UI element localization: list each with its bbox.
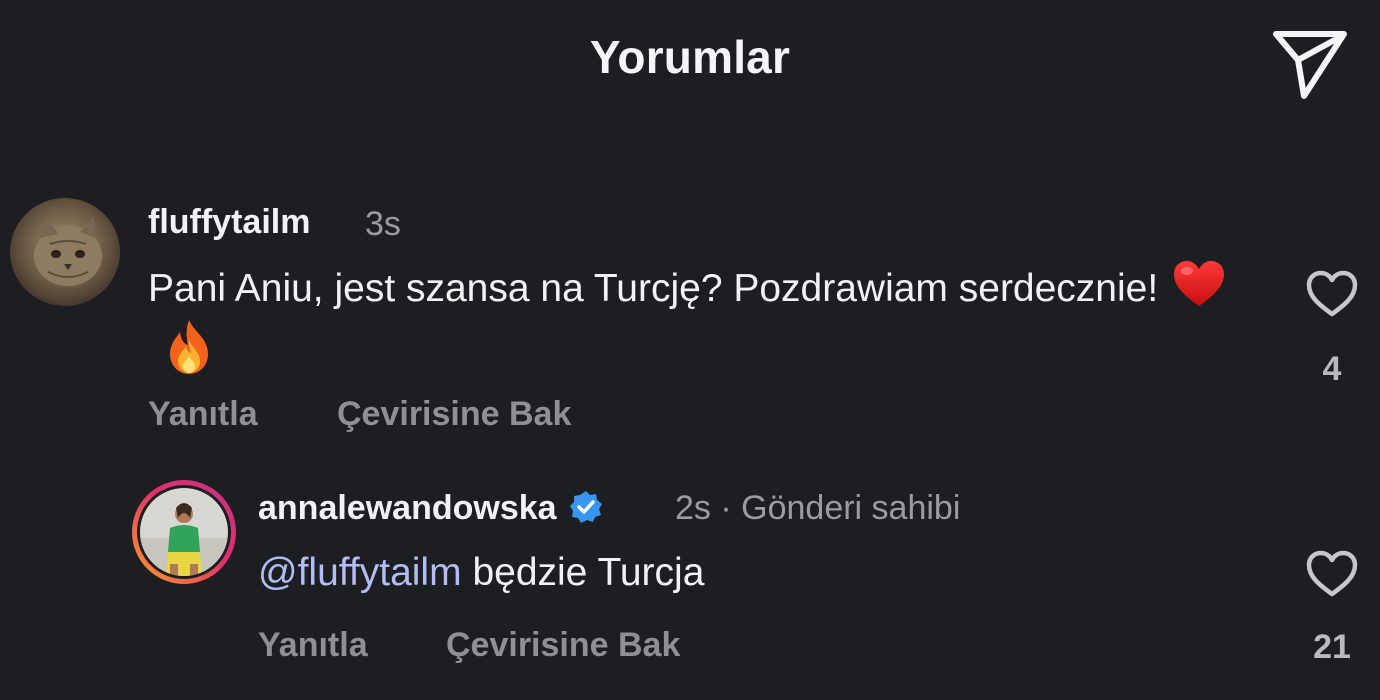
story-ring-avatar — [132, 480, 236, 584]
header-title: Yorumlar — [589, 31, 791, 83]
heart-outline-icon — [1306, 270, 1358, 317]
like-count: 4 — [1322, 350, 1342, 388]
translate-button[interactable]: Çevirisine Bak — [337, 395, 571, 434]
like-button[interactable] — [1304, 548, 1360, 600]
reply-username-text: annalewandowska — [258, 489, 557, 527]
owner-label: Gönderi sahibi — [741, 489, 961, 527]
heart-outline-icon — [1306, 550, 1358, 597]
translate-button[interactable]: Çevirisine Bak — [446, 626, 680, 665]
reply-meta: 2s · Gönderi sahibi — [675, 489, 960, 528]
avatar[interactable] — [10, 198, 120, 306]
like-count: 21 — [1313, 628, 1351, 666]
paper-plane-icon — [1273, 31, 1347, 99]
fire-emoji — [164, 318, 214, 376]
avatar[interactable] — [130, 478, 238, 586]
reply-button[interactable]: Yanıtla — [148, 395, 258, 434]
mention-link[interactable]: @fluffytailm — [258, 551, 462, 594]
reply-text: @fluffytailm będzie Turcja — [258, 544, 1258, 602]
reply-body: będzie Turcja — [472, 551, 705, 594]
reply-username[interactable]: annalewandowska — [258, 489, 603, 528]
comment-username[interactable]: fluffytailm — [148, 203, 310, 242]
cat-avatar — [10, 198, 120, 306]
share-button[interactable] — [1268, 26, 1352, 102]
comment-text: Pani Aniu, jest szansa na Turcję? Pozdra… — [148, 259, 1268, 381]
comment-body: Pani Aniu, jest szansa na Turcję? Pozdra… — [148, 267, 1159, 310]
comment-time: 3s — [365, 205, 401, 243]
reply-time: 2s — [675, 489, 711, 527]
verified-badge-icon — [569, 490, 603, 524]
like-button[interactable] — [1304, 268, 1360, 320]
heart-emoji — [1172, 259, 1226, 309]
meta-separator: · — [720, 489, 732, 527]
reply-button[interactable]: Yanıtla — [258, 626, 368, 665]
